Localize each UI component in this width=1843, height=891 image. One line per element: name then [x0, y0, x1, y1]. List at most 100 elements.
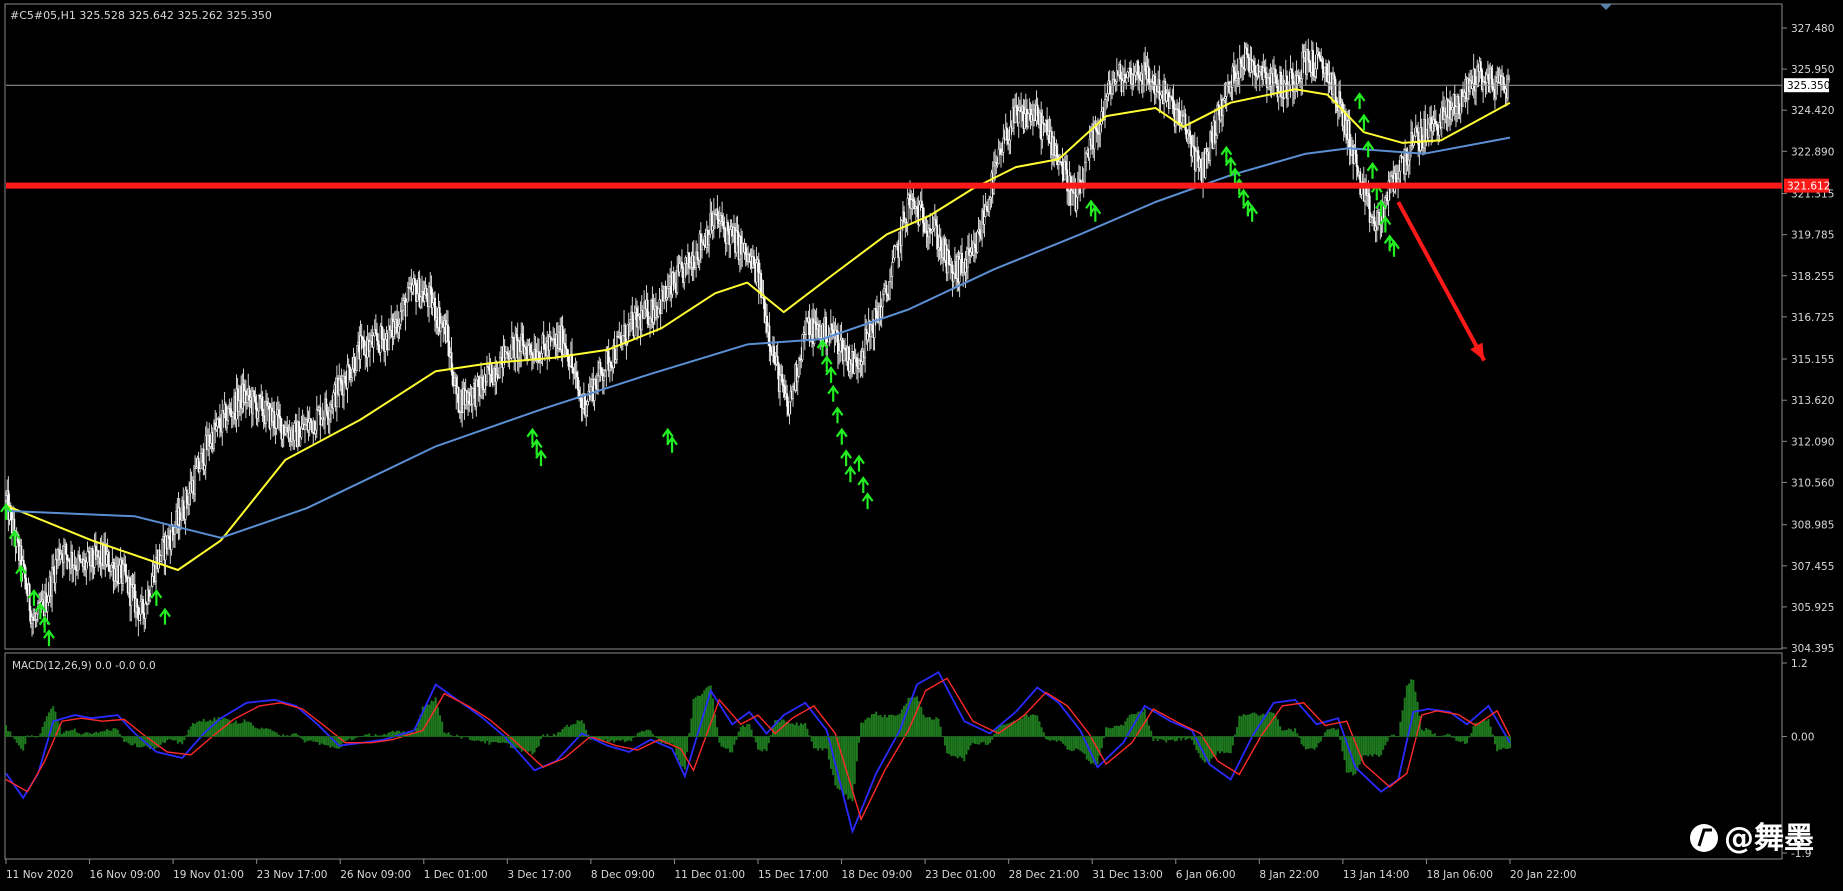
- candle-body: [22, 560, 25, 566]
- candle-body: [1005, 127, 1008, 140]
- macd-histogram-bar: [350, 736, 353, 741]
- candle-body: [1354, 148, 1357, 155]
- candle-body: [185, 489, 188, 503]
- macd-histogram-bar: [159, 736, 162, 745]
- macd-histogram-bar: [245, 721, 248, 737]
- candle-body: [253, 390, 256, 398]
- buy-signal-arrow-icon: [831, 406, 844, 424]
- macd-histogram-bar: [436, 706, 439, 737]
- candle-body: [576, 377, 579, 391]
- candle-body: [916, 206, 919, 209]
- macd-histogram-bar: [638, 732, 641, 737]
- candle-body: [188, 492, 191, 505]
- macd-histogram-bar: [123, 736, 126, 742]
- candle-body: [1451, 107, 1454, 111]
- macd-histogram-bar: [1259, 715, 1262, 737]
- macd-histogram-bar: [963, 736, 966, 762]
- candle-body: [678, 263, 681, 273]
- macd-histogram-bar: [269, 729, 272, 737]
- macd-histogram-bar: [954, 736, 957, 757]
- buy-signal-arrow-icon: [150, 588, 163, 606]
- candle-body: [605, 351, 608, 372]
- candle-body: [1334, 79, 1337, 102]
- macd-histogram-bar: [690, 718, 693, 737]
- candle-body: [1106, 93, 1109, 98]
- macd-histogram-bar: [103, 730, 106, 737]
- candle-body: [65, 544, 68, 556]
- macd-histogram-bar: [69, 730, 72, 737]
- macd-histogram-bar: [1309, 736, 1312, 749]
- macd-histogram-bar: [264, 728, 267, 737]
- macd-histogram-bar: [563, 727, 566, 737]
- macd-histogram-bar: [868, 717, 871, 737]
- macd-histogram-bar: [322, 736, 325, 745]
- candle-body: [356, 345, 358, 371]
- macd-histogram-bar: [1266, 713, 1269, 737]
- candle-body: [1138, 74, 1141, 79]
- macd-histogram-bar: [791, 723, 794, 737]
- macd-histogram-bar: [1362, 736, 1365, 756]
- candle-body: [1017, 110, 1020, 124]
- macd-histogram-bar: [183, 736, 186, 741]
- candle-body: [1321, 60, 1324, 69]
- macd-histogram-bar: [746, 724, 749, 737]
- candle-body: [1189, 130, 1192, 137]
- macd-histogram-bar: [1216, 736, 1219, 752]
- candle-body: [983, 216, 986, 225]
- macd-histogram-bar: [649, 730, 652, 737]
- candle-body: [1307, 49, 1310, 61]
- macd-histogram-bar: [1173, 736, 1176, 742]
- candle-body: [920, 200, 923, 208]
- macd-histogram-bar: [1070, 736, 1073, 752]
- candle-body: [602, 375, 605, 381]
- macd-histogram-bar: [63, 732, 66, 737]
- macd-histogram-bar: [1399, 721, 1402, 737]
- macd-histogram-bar: [1255, 713, 1258, 737]
- time-tick-label: 6 Jan 06:00: [1176, 869, 1236, 881]
- watermark-logo-icon: [1690, 824, 1718, 852]
- candle-body: [1121, 80, 1124, 93]
- macd-histogram-bar: [645, 729, 648, 737]
- macd-histogram-bar: [1242, 713, 1245, 737]
- candle-body: [1252, 61, 1255, 66]
- candle-body: [1191, 145, 1194, 157]
- candle-body: [174, 527, 176, 535]
- candle-body: [54, 559, 57, 584]
- candle-body: [922, 207, 924, 224]
- candle-body: [781, 374, 784, 385]
- candle-body: [888, 281, 891, 300]
- candle-body: [1413, 135, 1416, 142]
- candle-body: [893, 245, 896, 259]
- macd-histogram-bar: [537, 736, 540, 747]
- macd-histogram-bar: [1403, 697, 1406, 737]
- candle-body: [883, 288, 885, 295]
- macd-histogram-bar: [806, 728, 809, 737]
- macd-histogram-bar: [1214, 736, 1217, 756]
- macd-histogram-bar: [1169, 736, 1172, 741]
- macd-histogram-bar: [1184, 736, 1187, 741]
- candle-body: [439, 323, 442, 332]
- candle-body: [1180, 115, 1183, 124]
- macd-histogram-bar: [1064, 736, 1067, 746]
- candle-body: [122, 563, 124, 584]
- macd-histogram-bar: [529, 736, 532, 752]
- candle-body: [680, 261, 683, 269]
- macd-histogram-bar: [939, 726, 942, 737]
- macd-histogram-bar: [387, 732, 390, 737]
- time-axis: 11 Nov 2020 16 Nov 09:00 19 Nov 01:00 23 No…: [5, 859, 1576, 881]
- macd-histogram-bar: [45, 716, 48, 737]
- macd-histogram-bar: [110, 730, 113, 737]
- candle-body: [275, 414, 278, 429]
- support-price-label: 321.612: [1787, 181, 1830, 193]
- chart-shift-marker-icon[interactable]: [1600, 4, 1612, 10]
- candle-body: [451, 371, 454, 386]
- macd-histogram-bar: [247, 721, 250, 737]
- macd-histogram-bar: [825, 736, 828, 749]
- macd-histogram-bar: [815, 736, 818, 749]
- macd-histogram-bar: [1332, 727, 1335, 737]
- macd-histogram-bar: [1281, 730, 1284, 737]
- macd-histogram-bar: [625, 736, 628, 742]
- macd-histogram-bar: [1481, 721, 1484, 737]
- candle-body: [779, 374, 781, 392]
- candle-body: [171, 525, 174, 533]
